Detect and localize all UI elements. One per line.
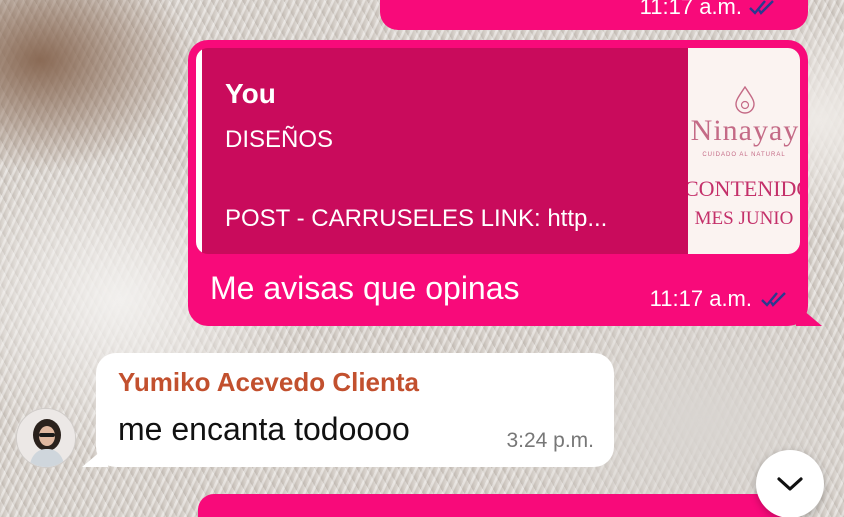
message-time: 3:24 p.m. (506, 429, 594, 452)
message-meta: 11:17 a.m. (640, 0, 778, 20)
avatar-photo (17, 409, 75, 467)
avatar[interactable] (16, 408, 76, 468)
double-check-icon (761, 292, 786, 307)
quote-text: POST - CARRUSELES LINK: http... (225, 205, 608, 232)
outgoing-message-bubble-partial[interactable] (198, 494, 794, 517)
message-meta: 11:17 a.m. (650, 286, 790, 312)
thumbnail-line-2: MES JUNIO (694, 208, 794, 229)
scroll-to-bottom-button[interactable] (756, 450, 824, 517)
thumbnail-line-1: CONTENIDO (688, 176, 800, 201)
chevron-down-icon (777, 477, 803, 491)
thumbnail-tagline: CUIDADO AL NATURAL (702, 152, 786, 158)
sender-name[interactable]: Yumiko Acevedo Clienta (118, 367, 419, 398)
thumbnail-brand: Ninayay (690, 114, 800, 147)
drop-logo-icon (735, 86, 755, 114)
incoming-message-bubble[interactable]: Yumiko Acevedo Clienta me encanta todooo… (82, 353, 614, 467)
message-time: 11:17 a.m. (649, 286, 752, 311)
outgoing-message-bubble-reply[interactable]: You DISEÑOS POST - CARRUSELES LINK: http… (188, 40, 822, 326)
quote-title: DISEÑOS (225, 126, 334, 153)
quote-accent-bar (196, 48, 202, 254)
quote-author: You (225, 78, 276, 109)
message-text: me encanta todoooo (118, 411, 410, 447)
outgoing-message-bubble[interactable]: 11:17 a.m. (380, 0, 808, 30)
quoted-message[interactable]: You DISEÑOS POST - CARRUSELES LINK: http… (196, 48, 800, 254)
double-check-icon (749, 0, 774, 15)
quote-thumbnail[interactable]: Ninayay CUIDADO AL NATURAL CONTENIDO MES… (688, 48, 800, 254)
message-time: 11:17 a.m. (639, 0, 742, 19)
message-text: Me avisas que opinas (210, 270, 520, 306)
